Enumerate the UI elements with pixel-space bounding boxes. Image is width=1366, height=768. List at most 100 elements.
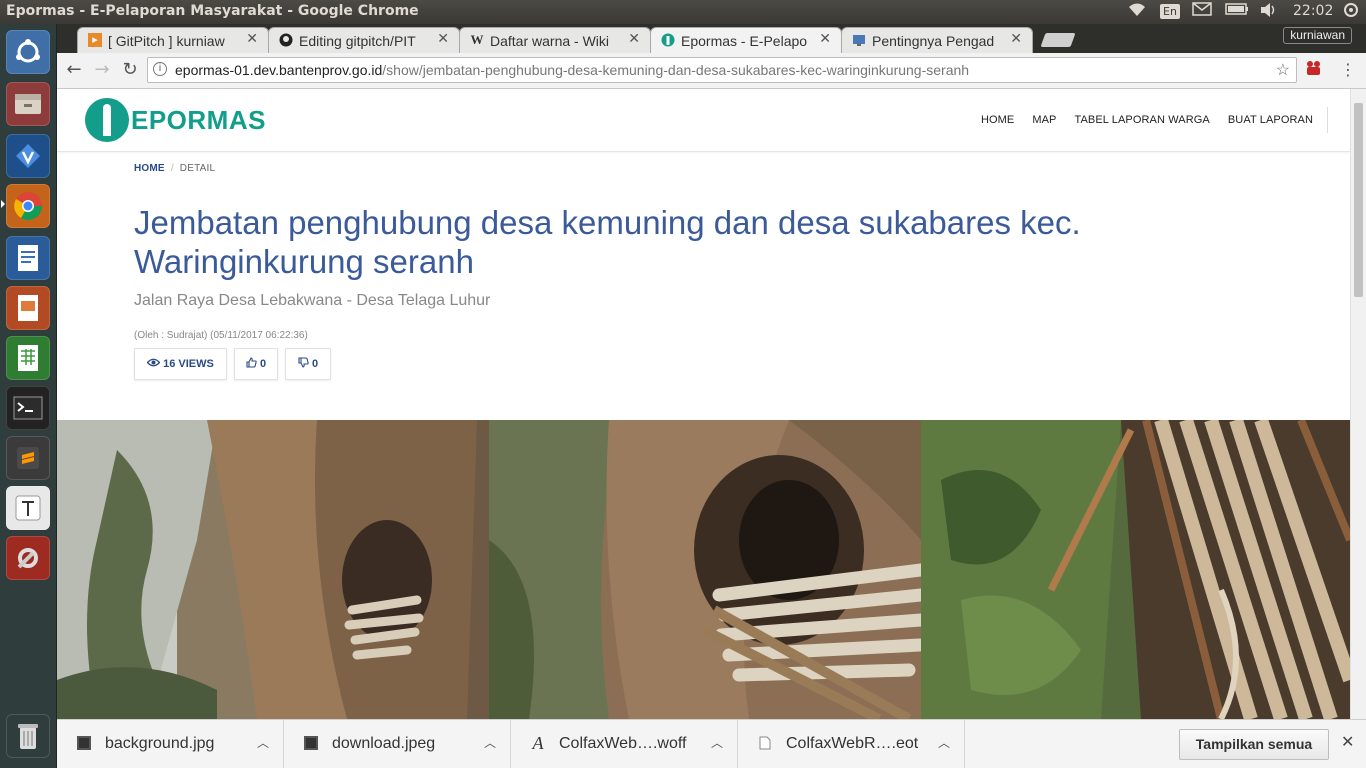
chevron-up-icon[interactable]: ︿: [711, 734, 723, 751]
thumbs-up-icon: [246, 357, 257, 371]
download-bar: background.jpg ︿ download.jpeg ︿ A Colfa…: [57, 719, 1366, 768]
report-photo-1[interactable]: [57, 420, 489, 719]
tab-wikipedia[interactable]: W Daftar warna - Wiki ✕: [459, 27, 651, 53]
back-icon[interactable]: ←: [63, 59, 85, 81]
tab-title: Editing gitpitch/PIT: [299, 33, 416, 49]
browser-toolbar: ← → ↻ i epormas-01.dev.bantenprov.go.id/…: [57, 53, 1366, 89]
extension-icon[interactable]: [1305, 60, 1323, 80]
tab-gitpitch[interactable]: ▸ [ GitPitch ] kurniaw ✕: [77, 27, 269, 53]
nav-home[interactable]: HOME: [981, 114, 1014, 126]
url-text[interactable]: epormas-01.dev.bantenprov.go.id/show/jem…: [175, 62, 969, 78]
chrome-icon[interactable]: [6, 184, 50, 228]
close-tab-icon[interactable]: ✕: [1010, 31, 1022, 47]
report-photo-2[interactable]: [489, 420, 921, 719]
site-header: EPORMAS HOME MAP TABEL LAPORAN WARGA BUA…: [57, 89, 1350, 152]
document-file-icon: [758, 736, 772, 750]
calc-icon[interactable]: [6, 336, 50, 380]
download-filename: ColfaxWeb….woff: [559, 735, 687, 752]
tab-title: Epormas - E-Pelapo: [681, 33, 808, 49]
download-filename: ColfaxWebR….eot: [786, 735, 919, 752]
download-item[interactable]: A ColfaxWeb….woff ︿: [511, 720, 738, 768]
gitpitch-icon: ▸: [88, 33, 102, 47]
wikipedia-icon: W: [470, 32, 484, 47]
url-path: /show/jembatan-penghubung-desa-kemuning-…: [382, 62, 970, 78]
battery-icon[interactable]: [1225, 2, 1249, 20]
logo-text: EPORMAS: [131, 104, 266, 135]
download-filename: background.jpg: [105, 735, 215, 752]
sublime-text-icon[interactable]: [6, 436, 50, 480]
image-file-icon: [304, 736, 318, 750]
mail-icon[interactable]: [1192, 2, 1212, 20]
nav-buat-laporan[interactable]: BUAT LAPORAN: [1228, 114, 1313, 126]
site-logo[interactable]: EPORMAS: [85, 97, 266, 143]
epormas-icon: [661, 33, 675, 47]
show-all-downloads-button[interactable]: Tampilkan semua: [1179, 729, 1329, 760]
tab-epormas[interactable]: Epormas - E-Pelapo ✕: [650, 27, 842, 54]
views-button[interactable]: 16 VIEWS: [134, 348, 227, 380]
breadcrumb-home[interactable]: HOME: [134, 163, 165, 174]
files-icon[interactable]: [6, 82, 50, 126]
ubuntu-dash-icon[interactable]: [6, 30, 50, 74]
keyboard-layout-indicator[interactable]: En: [1160, 4, 1180, 19]
views-count: 16 VIEWS: [163, 358, 214, 370]
reload-icon[interactable]: ↻: [119, 59, 141, 81]
chrome-menu-icon[interactable]: ⋮: [1340, 60, 1356, 79]
tab-title: [ GitPitch ] kurniaw: [108, 33, 225, 49]
report-photo-3[interactable]: [921, 420, 1350, 719]
system-settings-icon[interactable]: [6, 536, 50, 580]
wifi-icon[interactable]: [1127, 2, 1147, 22]
tab-github[interactable]: Editing gitpitch/PIT ✕: [268, 27, 460, 53]
typora-icon[interactable]: [6, 486, 50, 530]
trash-icon[interactable]: [6, 714, 50, 758]
breadcrumb: HOME / DETAIL: [134, 163, 215, 174]
report-meta: (Oleh : Sudrajat) (05/11/2017 06:22:36): [134, 330, 308, 341]
epormas-logo-icon: [85, 98, 129, 142]
chevron-up-icon[interactable]: ︿: [484, 734, 496, 751]
volume-icon[interactable]: [1259, 2, 1279, 22]
font-file-icon: A: [532, 733, 544, 753]
breadcrumb-current: DETAIL: [179, 163, 216, 174]
close-tab-icon[interactable]: ✕: [628, 31, 640, 47]
power-gear-icon[interactable]: [1343, 2, 1359, 22]
download-item[interactable]: download.jpeg ︿: [284, 720, 511, 768]
page-title: Jembatan penghubung desa kemuning dan de…: [134, 204, 1081, 280]
new-tab-button[interactable]: [1040, 33, 1076, 47]
nav-tabel-laporan-warga[interactable]: TABEL LAPORAN WARGA: [1074, 114, 1209, 126]
download-item[interactable]: background.jpg ︿: [57, 720, 284, 768]
dislike-button[interactable]: 0: [285, 348, 331, 380]
scrollbar-thumb[interactable]: [1354, 103, 1363, 297]
main-nav: HOME MAP TABEL LAPORAN WARGA BUAT LAPORA…: [963, 107, 1328, 133]
like-button[interactable]: 0: [234, 348, 278, 380]
github-icon: [279, 33, 293, 47]
unity-launcher: [0, 24, 57, 768]
chevron-up-icon[interactable]: ︿: [257, 734, 269, 751]
close-tab-icon[interactable]: ✕: [819, 31, 831, 47]
writer-icon[interactable]: [6, 236, 50, 280]
site-info-icon[interactable]: i: [153, 62, 167, 76]
close-download-bar-icon[interactable]: ✕: [1341, 732, 1354, 751]
download-item[interactable]: ColfaxWebR….eot ︿: [738, 720, 965, 768]
likes-count: 0: [259, 358, 267, 370]
report-address: Jalan Raya Desa Lebakwana - Desa Telaga …: [134, 292, 491, 309]
page-icon: [852, 33, 866, 47]
profile-button[interactable]: kurniawan: [1283, 27, 1352, 44]
download-filename: download.jpeg: [332, 735, 436, 752]
terminal-icon[interactable]: [6, 386, 50, 430]
chevron-up-icon[interactable]: ︿: [938, 734, 950, 751]
report-photo-gallery: [57, 420, 1350, 719]
system-top-panel: Epormas - E-Pelaporan Masyarakat - Googl…: [0, 0, 1366, 24]
close-tab-icon[interactable]: ✕: [437, 31, 449, 47]
tab-pentingnya[interactable]: Pentingnya Pengad ✕: [841, 27, 1033, 53]
running-indicator: [1, 200, 5, 208]
bookmark-star-icon[interactable]: ☆: [1276, 60, 1290, 80]
address-bar[interactable]: i epormas-01.dev.bantenprov.go.id/show/j…: [147, 57, 1297, 83]
clock[interactable]: 22:02: [1293, 3, 1333, 19]
nav-map[interactable]: MAP: [1032, 114, 1056, 126]
tab-title: Daftar warna - Wiki: [490, 33, 610, 49]
impress-icon[interactable]: [6, 286, 50, 330]
page-scrollbar[interactable]: [1350, 89, 1366, 719]
window-title: Epormas - E-Pelaporan Masyarakat - Googl…: [6, 3, 419, 19]
xapp-icon[interactable]: [6, 134, 50, 178]
forward-icon[interactable]: →: [91, 59, 113, 81]
close-tab-icon[interactable]: ✕: [246, 31, 258, 47]
